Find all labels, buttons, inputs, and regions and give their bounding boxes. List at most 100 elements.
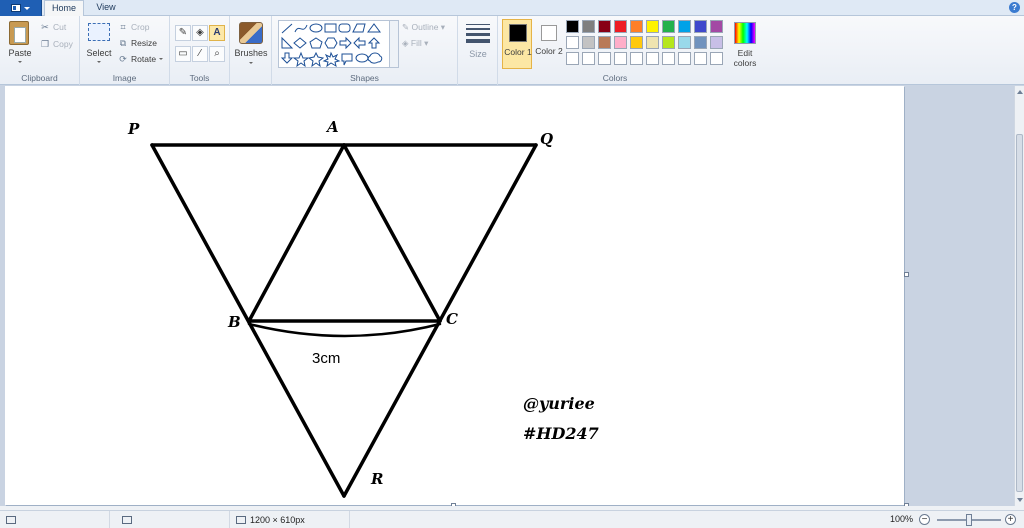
color-swatch-16[interactable] — [646, 36, 659, 49]
scroll-thumb[interactable] — [1016, 134, 1023, 492]
label-b: B — [228, 313, 241, 331]
zoom-slider-thumb[interactable] — [966, 514, 972, 526]
fill-bucket-icon[interactable]: ◈ — [192, 25, 208, 41]
color-swatch-20[interactable] — [710, 36, 723, 49]
color-swatch-8[interactable] — [678, 20, 691, 33]
brushes-button[interactable]: Brushes — [230, 48, 272, 58]
scroll-up-icon[interactable] — [1017, 90, 1023, 94]
color-swatch-19[interactable] — [694, 36, 707, 49]
color-swatch-17[interactable] — [662, 36, 675, 49]
brush-icon[interactable] — [239, 22, 263, 44]
color-swatch-24[interactable] — [614, 52, 627, 65]
file-menu-icon — [11, 4, 21, 12]
color-swatch-26[interactable] — [646, 52, 659, 65]
color-swatch-4[interactable] — [614, 20, 627, 33]
color-picker-icon[interactable]: ⁄ — [192, 46, 208, 62]
color-swatch-10[interactable] — [710, 20, 723, 33]
color-swatch-15[interactable] — [630, 36, 643, 49]
edit-colors-button[interactable]: Edit colors — [726, 48, 764, 68]
color-swatch-5[interactable] — [630, 20, 643, 33]
color-swatch-6[interactable] — [646, 20, 659, 33]
copy-button[interactable]: ❐ Copy — [40, 39, 73, 49]
tab-view[interactable]: View — [88, 0, 124, 16]
color1-button[interactable]: Color 1 — [502, 19, 532, 69]
shapes-gallery[interactable] — [278, 20, 390, 68]
scroll-down-icon[interactable] — [1017, 498, 1023, 502]
color-swatch-12[interactable] — [582, 36, 595, 49]
label-c: C — [446, 310, 458, 328]
help-icon[interactable]: ? — [1009, 2, 1020, 13]
chevron-down-icon[interactable] — [97, 61, 101, 63]
line-shape-icon — [281, 23, 293, 34]
color-swatch-27[interactable] — [662, 52, 675, 65]
chevron-down-icon — [159, 58, 164, 60]
chevron-down-icon[interactable] — [249, 62, 253, 64]
ribbon-tab-bar: Home View ? — [0, 0, 1024, 17]
outline-button[interactable]: ✎ Outline ▾ — [402, 22, 445, 33]
color-swatch-9[interactable] — [694, 20, 707, 33]
drawing-canvas[interactable]: P A Q B C R 3cm @yuriee #HD247 — [5, 86, 904, 505]
resize-icon: ⧉ — [119, 38, 127, 48]
text-tool-icon[interactable]: A — [209, 25, 225, 41]
tools-group: ✎ ◈ A ▭ ⁄ ⌕ Tools — [170, 16, 230, 85]
color-swatch-18[interactable] — [678, 36, 691, 49]
color-swatch-21[interactable] — [566, 52, 579, 65]
star-five-shape-icon — [307, 51, 325, 68]
chevron-down-icon[interactable] — [18, 61, 22, 63]
zoom-in-icon[interactable]: + — [1005, 514, 1016, 525]
color2-swatch[interactable] — [541, 25, 557, 41]
color-swatch-2[interactable] — [582, 20, 595, 33]
size-icon[interactable] — [466, 24, 490, 43]
canvas-resize-handle-right[interactable] — [904, 272, 909, 277]
fill-button[interactable]: ◈ Fill ▾ — [402, 38, 428, 49]
tab-home[interactable]: Home — [44, 0, 84, 17]
edit-colors-icon[interactable] — [734, 22, 756, 44]
color-swatch-11[interactable] — [566, 36, 579, 49]
color-swatch-25[interactable] — [630, 52, 643, 65]
crop-button[interactable]: ⌗ Crop — [118, 22, 149, 32]
color-swatch-14[interactable] — [614, 36, 627, 49]
vertical-scrollbar[interactable] — [1014, 86, 1024, 506]
paste-icon[interactable] — [9, 21, 29, 45]
measurement-label: 3cm — [312, 350, 341, 367]
color-swatch-30[interactable] — [710, 52, 723, 65]
colors-group: Color 1 Color 2 Edit colors Colors — [498, 16, 766, 85]
arc-bc — [247, 322, 442, 338]
brushes-group: Brushes — [230, 16, 272, 85]
star-six-shape-icon — [322, 51, 341, 68]
select-icon[interactable] — [88, 23, 110, 41]
pencil-icon[interactable]: ✎ — [175, 25, 191, 41]
paste-button[interactable]: Paste — [6, 48, 34, 58]
color-swatch-22[interactable] — [582, 52, 595, 65]
color-swatch-3[interactable] — [598, 20, 611, 33]
color-swatch-7[interactable] — [662, 20, 675, 33]
triangle-shape-icon — [367, 23, 381, 33]
file-menu-button[interactable] — [0, 0, 42, 16]
shapes-scroll[interactable] — [390, 20, 399, 68]
rotate-button[interactable]: ⟳ Rotate — [118, 54, 164, 64]
pentagon-shape-icon — [309, 37, 323, 49]
fill-label: Fill — [410, 38, 422, 48]
color-swatch-23[interactable] — [598, 52, 611, 65]
size-button[interactable]: Size — [458, 49, 498, 59]
cut-button[interactable]: ✂ Cut — [40, 22, 66, 32]
outline-label: Outline — [411, 22, 439, 32]
canvas-size-icon — [236, 516, 246, 524]
color-swatch-1[interactable] — [566, 20, 579, 33]
magnifier-icon[interactable]: ⌕ — [209, 46, 225, 62]
crop-label: Crop — [131, 22, 150, 32]
line-ab — [247, 143, 346, 323]
color-swatch-13[interactable] — [598, 36, 611, 49]
cut-label: Cut — [53, 22, 67, 32]
eraser-icon[interactable]: ▭ — [175, 46, 191, 62]
size-group: Size — [458, 16, 498, 85]
label-p: P — [128, 120, 140, 138]
zoom-out-icon[interactable]: − — [919, 514, 930, 525]
color2-label[interactable]: Color 2 — [534, 46, 564, 56]
down-arrow-shape-icon — [280, 52, 294, 64]
color-swatch-28[interactable] — [678, 52, 691, 65]
label-a: A — [327, 118, 339, 136]
resize-button[interactable]: ⧉ Resize — [118, 38, 157, 48]
select-button[interactable]: Select — [84, 48, 114, 58]
color-swatch-29[interactable] — [694, 52, 707, 65]
